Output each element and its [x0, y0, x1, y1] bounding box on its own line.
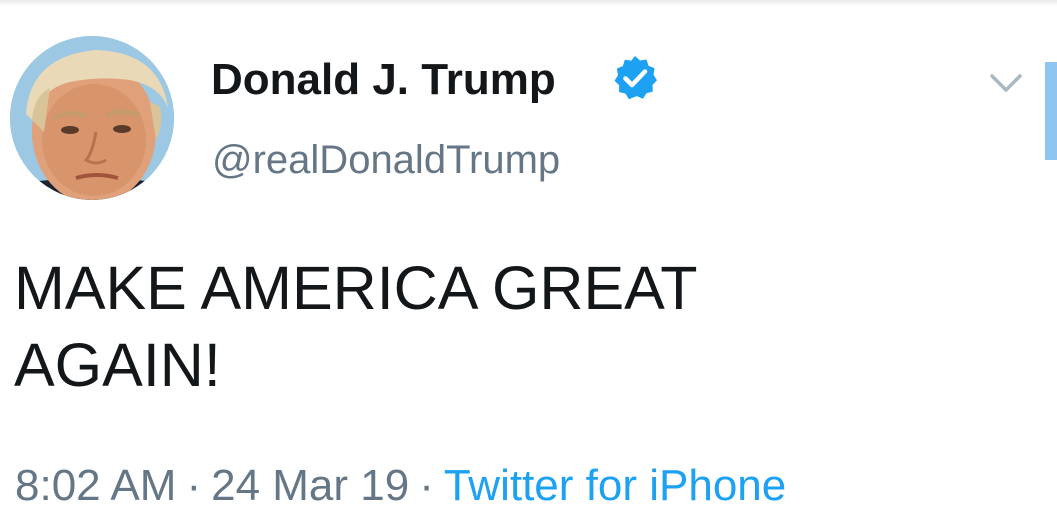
tweet-text: MAKE AMERICA GREAT AGAIN! [14, 250, 974, 404]
tweet-text-line: MAKE AMERICA GREAT [14, 254, 698, 322]
chevron-down-icon[interactable] [988, 68, 1024, 98]
scroll-indicator [1045, 62, 1057, 160]
tweet-meta: 8:02 AM · 24 Mar 19 · Twitter for iPhone [15, 458, 786, 514]
avatar-portrait [10, 36, 174, 200]
tweet-source-link[interactable]: Twitter for iPhone [444, 461, 786, 510]
user-handle[interactable]: @realDonaldTrump [212, 134, 560, 186]
tweet-text-line: AGAIN! [14, 331, 221, 399]
meta-separator: · [186, 461, 202, 510]
avatar[interactable] [10, 36, 174, 200]
verified-badge-icon [614, 56, 657, 100]
tweet-time: 8:02 AM [15, 461, 177, 510]
display-name[interactable]: Donald J. Trump [211, 52, 556, 108]
meta-separator: · [419, 461, 434, 510]
tweet-date: 24 Mar 19 [211, 461, 410, 510]
tweet-card: Donald J. Trump @realDonaldTrump MAKE AM… [0, 0, 1057, 530]
